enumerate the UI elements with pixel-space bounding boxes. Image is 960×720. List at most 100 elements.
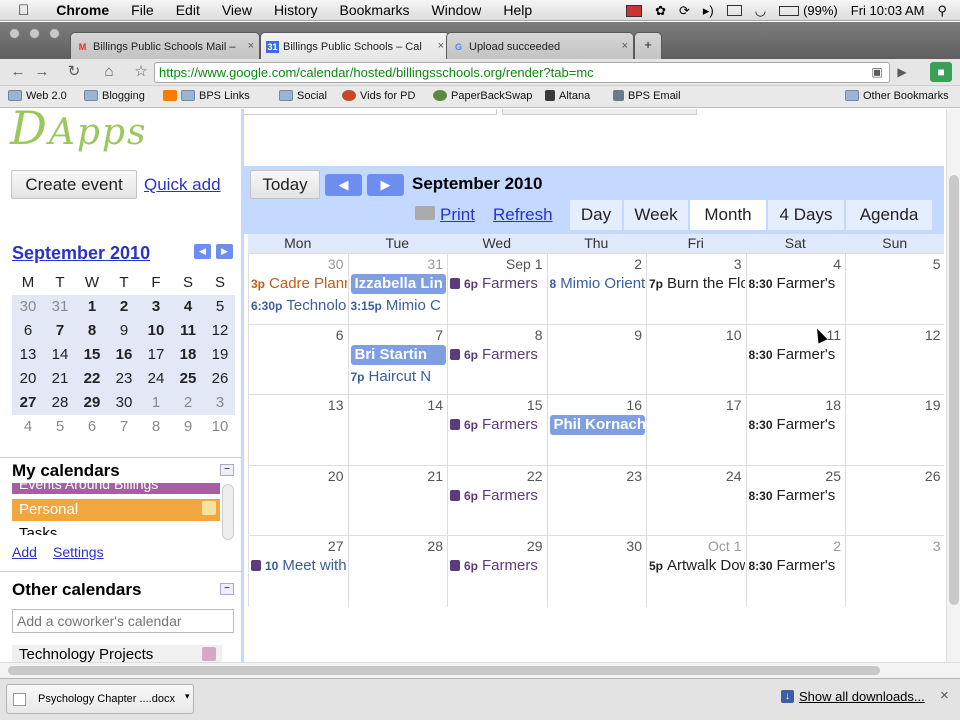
day-cell[interactable]: 24 <box>646 465 746 536</box>
my-calendars-title[interactable]: My calendars <box>12 461 120 481</box>
day-cell[interactable]: 20 <box>248 465 348 536</box>
my-calendars-scrollbar[interactable] <box>222 484 234 540</box>
mini-day[interactable]: 7 <box>44 319 76 343</box>
printer-icon[interactable] <box>415 206 435 220</box>
day-number[interactable]: 23 <box>626 468 642 484</box>
menu-window[interactable]: Window <box>421 2 493 18</box>
mini-day[interactable]: 2 <box>172 391 204 415</box>
forward-icon[interactable]: → <box>31 62 53 82</box>
day-number[interactable]: 26 <box>925 468 941 484</box>
day-number[interactable]: 18 <box>825 397 841 413</box>
volume-icon[interactable]: ▸) <box>703 3 714 19</box>
day-number[interactable]: 12 <box>925 327 941 343</box>
calendar-item-technology-projects[interactable]: Technology Projects <box>12 645 222 662</box>
today-button[interactable]: Today <box>250 170 320 199</box>
sync-icon[interactable]: ⟳ <box>679 3 690 19</box>
mini-day[interactable]: 17 <box>140 343 172 367</box>
timed-event[interactable]: 3pCadre Planning <box>251 274 347 294</box>
mini-day[interactable]: 21 <box>44 367 76 391</box>
day-number[interactable]: 25 <box>825 468 841 484</box>
show-all-downloads-link[interactable]: Show all downloads... <box>799 689 925 704</box>
day-number[interactable]: 24 <box>726 468 742 484</box>
day-cell[interactable]: 17 <box>646 395 746 466</box>
other-calendars-title[interactable]: Other calendars <box>12 580 141 600</box>
mini-day[interactable]: 10 <box>204 415 236 439</box>
day-number[interactable]: 3 <box>933 538 941 554</box>
mini-day[interactable]: 3 <box>204 391 236 415</box>
mini-day[interactable]: 4 <box>12 415 44 439</box>
mini-day[interactable]: 22 <box>76 367 108 391</box>
download-item[interactable]: Psychology Chapter ....docx ▾ <box>6 684 194 714</box>
day-number[interactable]: 13 <box>328 397 344 413</box>
day-cell[interactable]: 6 <box>248 324 348 395</box>
next-month-arrow-icon[interactable]: ▶ <box>367 174 404 196</box>
calendar-item-personal[interactable]: Personal <box>12 499 220 521</box>
calendar-color-dropdown-icon[interactable] <box>202 501 216 515</box>
app-menu[interactable]: Chrome <box>45 2 120 18</box>
mini-day[interactable]: 23 <box>108 367 140 391</box>
add-calendar-link[interactable]: Add <box>12 544 37 560</box>
mini-day[interactable]: 1 <box>140 391 172 415</box>
bookmark-other[interactable]: Other Bookmarks <box>845 90 949 102</box>
day-cell[interactable]: 13 <box>248 395 348 466</box>
mini-day[interactable]: 18 <box>172 343 204 367</box>
new-tab-button[interactable]: + <box>634 32 662 59</box>
mini-day[interactable]: 29 <box>76 391 108 415</box>
mini-day[interactable]: 1 <box>76 295 108 319</box>
day-number[interactable]: 6 <box>336 327 344 343</box>
day-number[interactable]: 22 <box>527 468 543 484</box>
timed-event[interactable]: 6p Farmers <box>450 274 546 294</box>
view-tab-day[interactable]: Day <box>570 200 622 230</box>
day-number[interactable]: 30 <box>626 538 642 554</box>
menu-edit[interactable]: Edit <box>165 2 211 18</box>
close-icon[interactable]: × <box>622 40 628 52</box>
mini-prev-arrow-icon[interactable]: ◀ <box>194 244 211 259</box>
prev-month-arrow-icon[interactable]: ◀ <box>325 174 362 196</box>
mini-day[interactable]: 12 <box>204 319 236 343</box>
collapse-icon[interactable]: − <box>220 583 234 595</box>
day-cell[interactable]: 14 <box>347 395 448 466</box>
day-number[interactable]: 16 <box>626 397 642 413</box>
view-tab-month[interactable]: Month <box>690 200 766 230</box>
day-number[interactable]: 4 <box>833 256 841 272</box>
horizontal-scrollbar[interactable] <box>0 662 960 678</box>
print-link[interactable]: Print <box>440 205 475 225</box>
bookmark-web20[interactable]: Web 2.0 <box>8 90 67 102</box>
mini-day[interactable]: 14 <box>44 343 76 367</box>
day-number[interactable]: Oct 1 <box>708 538 741 554</box>
bookmark-altana[interactable]: Altana <box>545 90 590 102</box>
allday-event-chip[interactable]: Bri Startin <box>350 344 446 365</box>
apple-icon[interactable]:  <box>0 2 45 19</box>
day-number[interactable]: 2 <box>833 538 841 554</box>
timed-event[interactable]: 8:30 Farmer's <box>749 556 845 576</box>
day-number[interactable]: 28 <box>427 538 443 554</box>
day-number[interactable]: 10 <box>726 327 742 343</box>
day-number[interactable]: 3 <box>734 256 742 272</box>
menu-history[interactable]: History <box>263 2 329 18</box>
day-cell[interactable]: 28 <box>347 536 448 607</box>
horizontal-scroll-thumb[interactable] <box>8 666 880 675</box>
vertical-scrollbar[interactable] <box>946 109 960 662</box>
mini-day[interactable]: 2 <box>108 295 140 319</box>
day-number[interactable]: 15 <box>527 397 543 413</box>
mini-day[interactable]: 11 <box>172 319 204 343</box>
day-number[interactable]: 5 <box>933 256 941 272</box>
mini-day[interactable]: 16 <box>108 343 140 367</box>
back-icon[interactable]: ← <box>7 62 29 82</box>
calendar-settings-link[interactable]: Settings <box>53 544 104 560</box>
timed-event[interactable]: 6p Farmers <box>450 345 546 365</box>
timed-event[interactable]: 6p Farmers <box>450 556 546 576</box>
calendar-color-dropdown-icon[interactable] <box>202 647 216 661</box>
display-icon[interactable] <box>726 5 742 16</box>
star-icon[interactable]: ☆ <box>130 62 152 82</box>
menu-bookmarks[interactable]: Bookmarks <box>329 2 421 18</box>
address-bar[interactable]: https://www.google.com/calendar/hosted/b… <box>154 62 890 83</box>
bookmark-paperbackswap[interactable]: PaperBackSwap <box>433 90 532 102</box>
mini-day[interactable]: 8 <box>140 415 172 439</box>
mini-day[interactable]: 6 <box>12 319 44 343</box>
home-icon[interactable]: ⌂ <box>98 62 120 82</box>
mini-day[interactable]: 25 <box>172 367 204 391</box>
timed-event[interactable]: 5pArtwalk Downtown <box>649 556 745 576</box>
coworker-calendar-input[interactable] <box>12 609 234 633</box>
mini-day[interactable]: 10 <box>140 319 172 343</box>
